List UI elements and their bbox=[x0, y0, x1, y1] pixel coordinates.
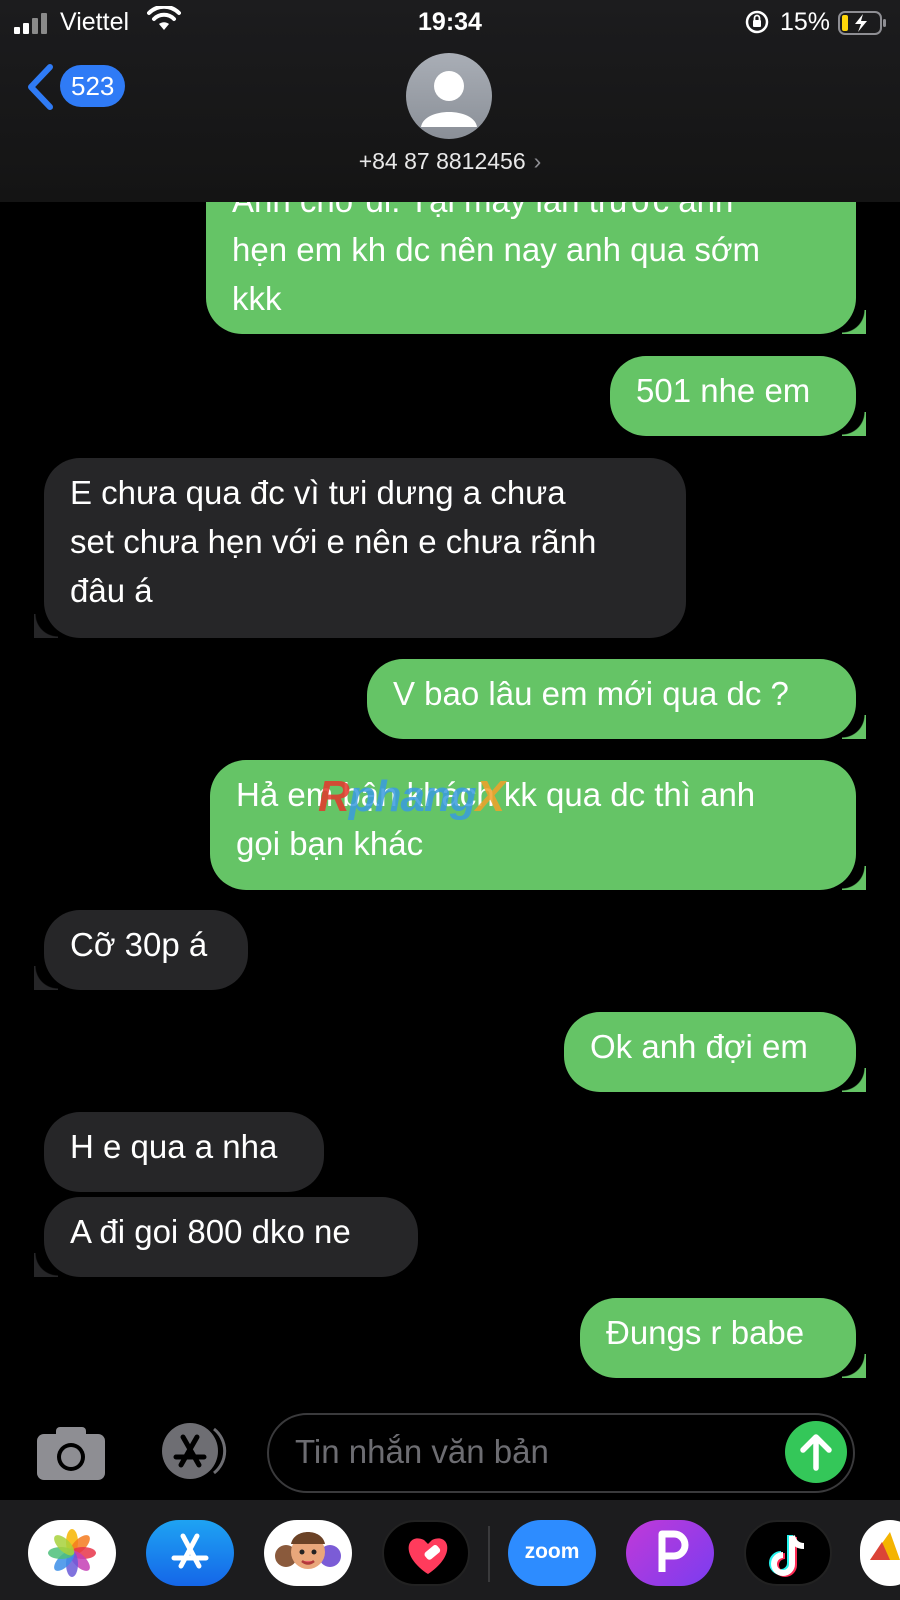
status-bar: Viettel 19:34 15% bbox=[0, 0, 900, 44]
bubble-tail bbox=[34, 966, 58, 990]
photos-app-icon[interactable] bbox=[28, 1520, 116, 1586]
send-arrow-icon bbox=[800, 1434, 832, 1471]
bubble-tail bbox=[34, 614, 58, 638]
dock-separator bbox=[488, 1526, 490, 1582]
bubble-tail bbox=[842, 866, 866, 890]
battery-percent: 15% bbox=[780, 8, 831, 36]
message-text: V bao lâu em mới qua dc ? bbox=[393, 675, 789, 712]
chevron-right-icon: › bbox=[533, 148, 542, 174]
picsart-app-icon[interactable] bbox=[626, 1520, 714, 1586]
back-chevron-icon bbox=[28, 64, 53, 110]
app-store-app-icon[interactable] bbox=[146, 1520, 234, 1586]
unread-count-badge[interactable]: 523 bbox=[60, 65, 126, 107]
partial-app-icon[interactable] bbox=[860, 1520, 900, 1586]
message-bubble-outgoing[interactable]: Ok anh đợi em bbox=[564, 1012, 866, 1092]
zoom-app-label: zoom bbox=[524, 1540, 580, 1563]
message-bubble-incoming[interactable]: H e qua a nha bbox=[44, 1112, 324, 1192]
contact-avatar-icon[interactable] bbox=[406, 53, 492, 139]
conversation-header: Viettel 19:34 15% 523 +84 87 8812456 › bbox=[0, 0, 900, 202]
memoji-app-icon[interactable] bbox=[264, 1520, 352, 1586]
message-bubble-outgoing[interactable]: V bao lâu em mới qua dc ? bbox=[367, 659, 866, 739]
message-bubble-incoming[interactable]: E chưa qua đc vì tưi dưng a chưa set chư… bbox=[34, 458, 686, 638]
bubble-tail bbox=[842, 412, 866, 436]
message-text: 501 nhe em bbox=[636, 372, 811, 409]
app-drawer: zoom bbox=[0, 1500, 900, 1600]
bubble-tail bbox=[842, 1068, 866, 1092]
zoom-app-icon[interactable]: zoom bbox=[508, 1520, 596, 1586]
message-text: E chưa qua đc vì tưi dưng a chưa set chư… bbox=[70, 474, 597, 609]
watermark-logo: RphangX bbox=[318, 772, 505, 821]
health-heart-app-icon[interactable] bbox=[382, 1520, 470, 1586]
message-text: Cỡ 30p á bbox=[70, 926, 208, 963]
send-button[interactable] bbox=[785, 1421, 847, 1483]
message-text: A đi goi 800 dko ne bbox=[70, 1213, 351, 1250]
battery-charging-icon bbox=[838, 11, 886, 35]
contact-name[interactable]: +84 87 8812456 › bbox=[0, 148, 900, 175]
orientation-lock-icon bbox=[745, 10, 769, 34]
bubble-tail bbox=[842, 715, 866, 739]
bubble-tail bbox=[34, 1253, 58, 1277]
message-text: H e qua a nha bbox=[70, 1128, 278, 1165]
message-input-field[interactable]: Tin nhắn văn bản bbox=[267, 1413, 855, 1493]
bubble-tail bbox=[842, 1354, 866, 1378]
message-input-placeholder: Tin nhắn văn bản bbox=[295, 1433, 549, 1470]
bubble-tail bbox=[842, 310, 866, 334]
contact-number: +84 87 8812456 bbox=[358, 148, 526, 174]
message-bubble-outgoing[interactable]: 501 nhe em bbox=[610, 356, 866, 436]
message-bubble-outgoing[interactable]: Đungs r babe bbox=[580, 1298, 866, 1378]
message-bubble-incoming[interactable]: A đi goi 800 dko ne bbox=[34, 1197, 418, 1277]
tiktok-app-icon[interactable] bbox=[744, 1520, 832, 1586]
camera-icon[interactable] bbox=[36, 1425, 106, 1481]
message-bubble-incoming[interactable]: Cỡ 30p á bbox=[34, 910, 248, 990]
message-text: Đungs r babe bbox=[606, 1314, 805, 1351]
message-text: Ok anh đợi em bbox=[590, 1028, 808, 1065]
message-bubble-outgoing[interactable]: Hả em bận khách kk qua dc thì anh gọi bạ… bbox=[210, 760, 866, 890]
app-store-icon[interactable] bbox=[150, 1421, 230, 1481]
